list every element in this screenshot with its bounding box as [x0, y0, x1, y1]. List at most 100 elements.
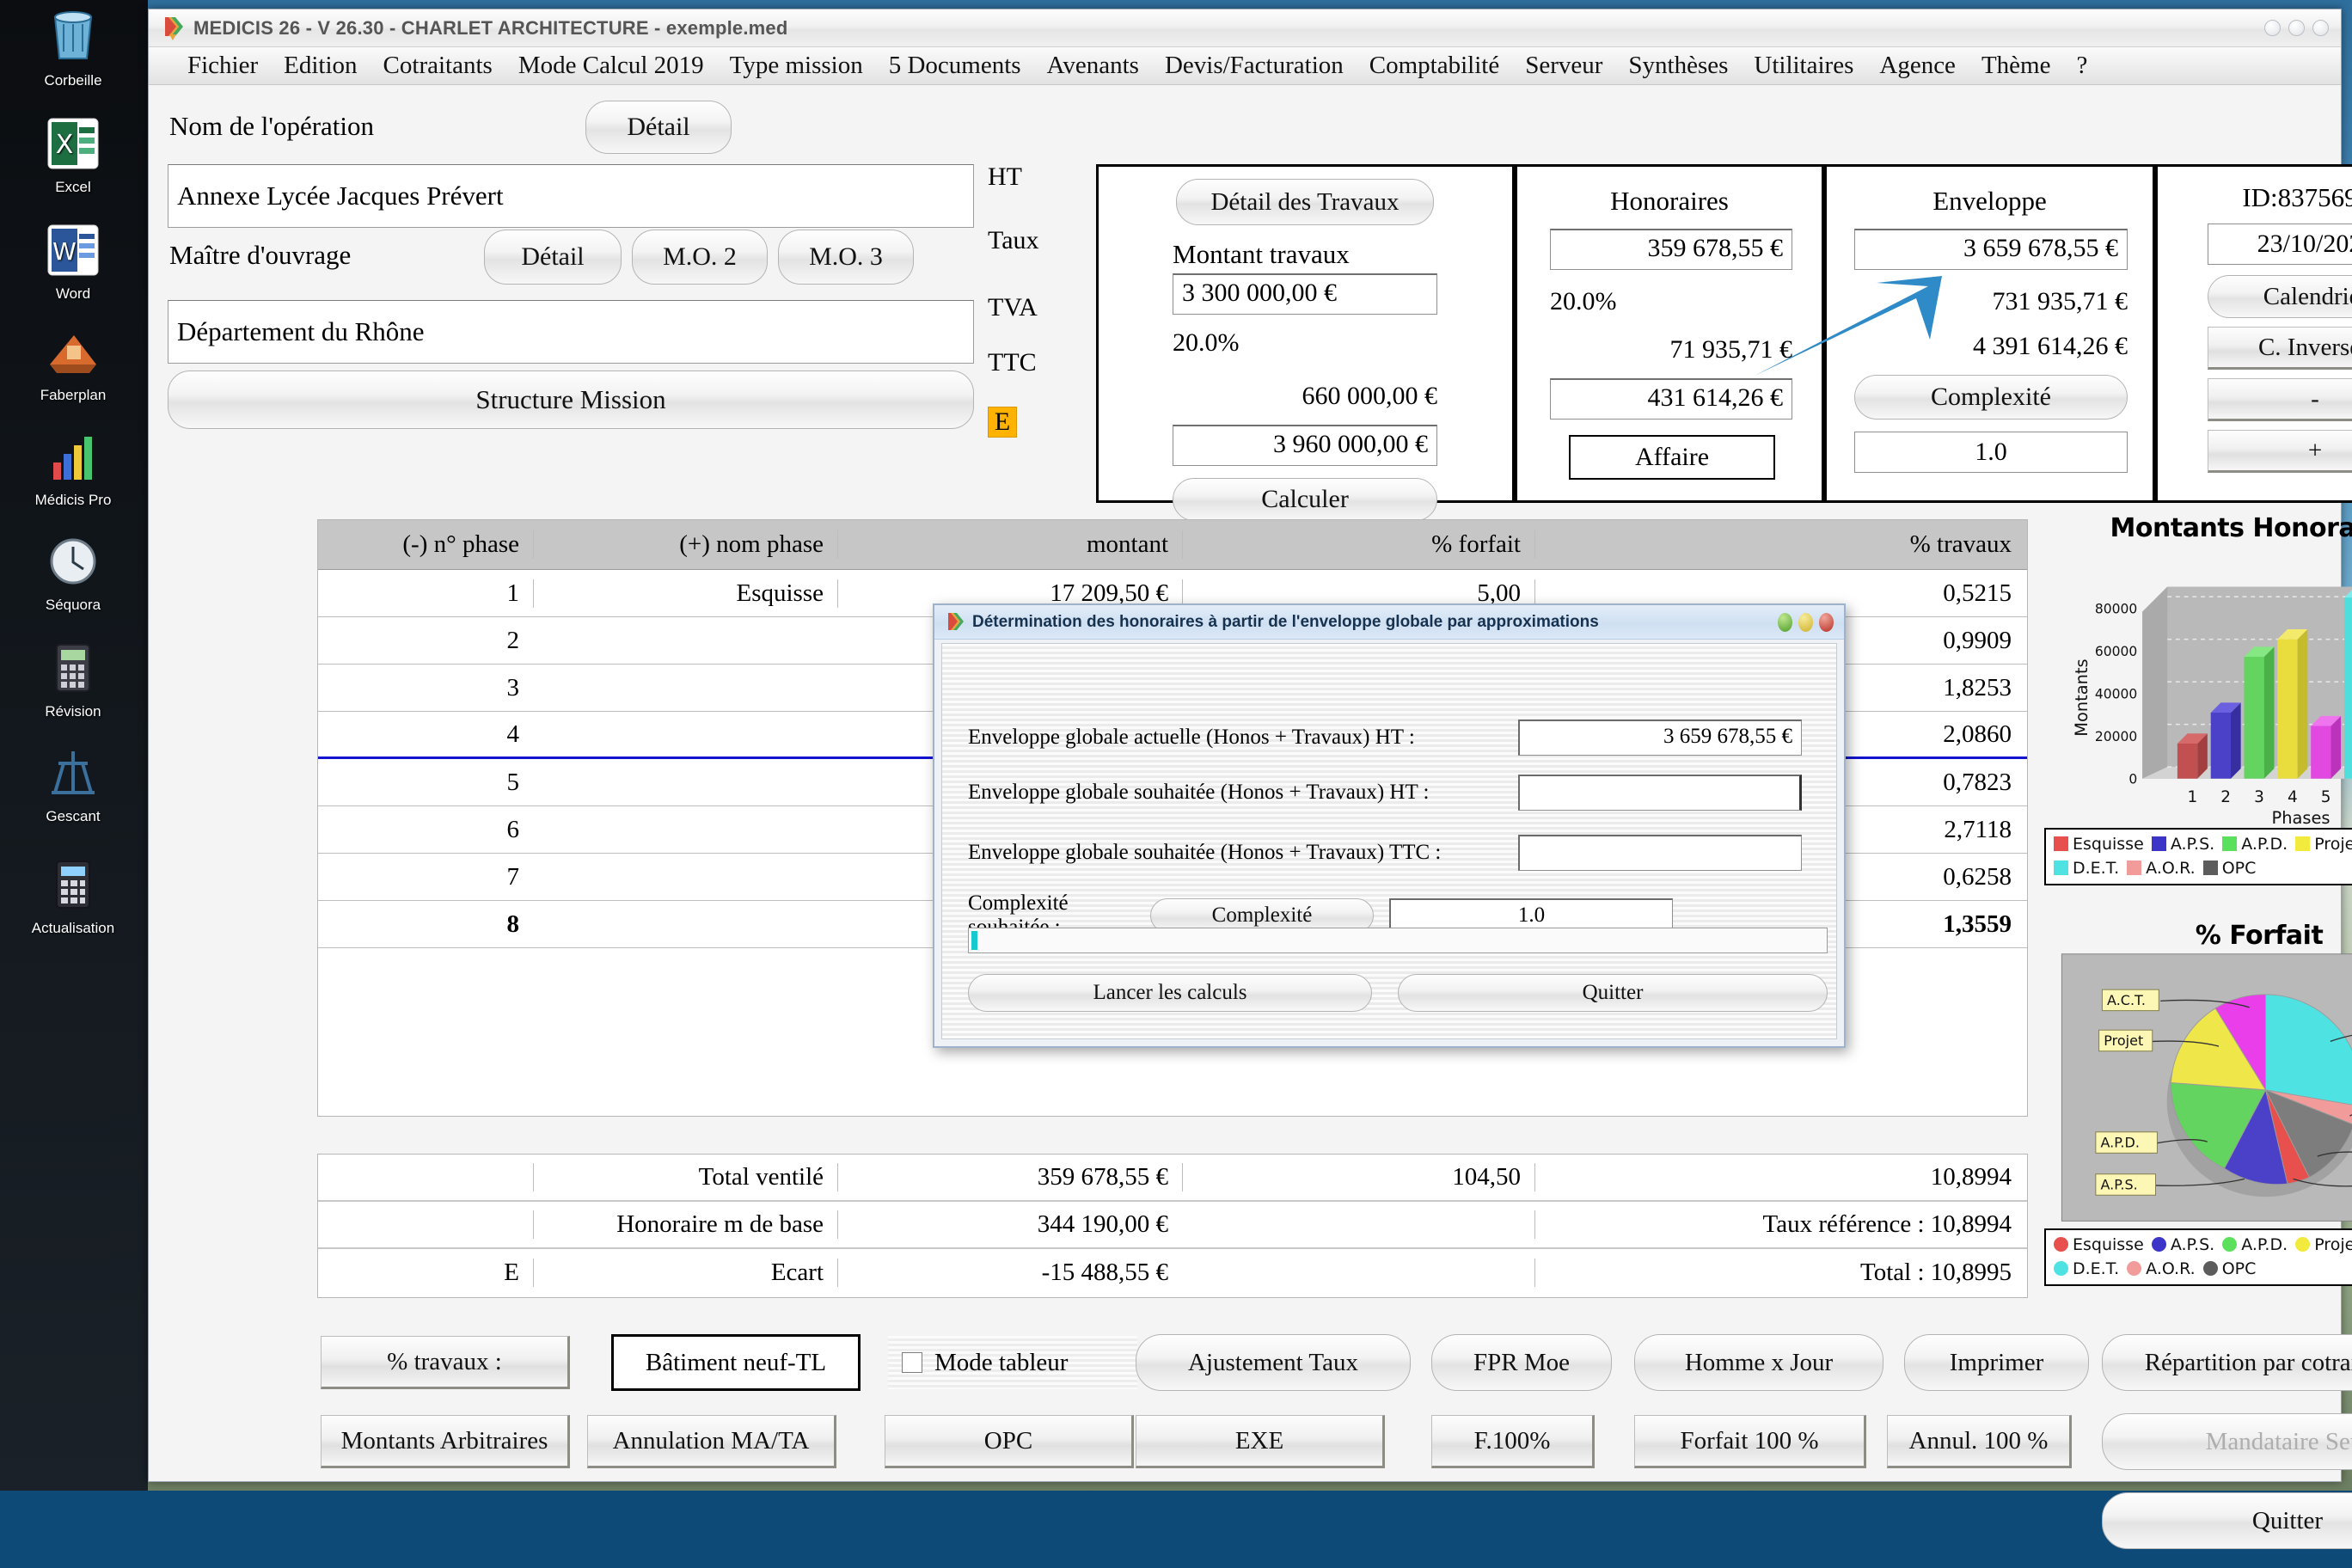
mode-tableur-checkbox[interactable]: Mode tableur — [888, 1336, 1137, 1389]
desktop-icon-faberplan[interactable]: Faberplan — [9, 320, 138, 404]
title-bar[interactable]: MEDICIS 26 - V 26.30 - CHARLET ARCHITECT… — [149, 9, 2341, 47]
menu-item-utilitaires[interactable]: Utilitaires — [1741, 52, 1866, 80]
mo2-button[interactable]: M.O. 2 — [632, 230, 768, 285]
desktop-icon-excel[interactable]: X Excel — [9, 112, 138, 196]
checkbox-box[interactable] — [902, 1352, 922, 1373]
svg-text:1: 1 — [2187, 788, 2197, 806]
dialog-close-button[interactable] — [1819, 613, 1834, 632]
legend-label: D.E.T. — [2073, 858, 2120, 878]
f100-button[interactable]: F.100% — [1431, 1415, 1595, 1468]
fpr-moe-button[interactable]: FPR Moe — [1431, 1334, 1612, 1391]
menu-item-theme[interactable]: Thème — [1969, 52, 2064, 80]
taux-label: Taux — [988, 226, 1039, 254]
pct-travaux-button[interactable]: % travaux : — [321, 1336, 570, 1389]
annulation-ma-ta-button[interactable]: Annulation MA/TA — [587, 1415, 836, 1468]
desktop-icon-gescant[interactable]: Gescant — [9, 741, 138, 825]
desktop-icon-sequora[interactable]: Séquora — [9, 530, 138, 614]
menu-bar[interactable]: Fichier Edition Cotraitants Mode Calcul … — [149, 47, 2341, 85]
cell-num: 6 — [506, 815, 520, 843]
desktop-icon-medicis-pro[interactable]: Médicis Pro — [9, 425, 138, 509]
mo3-button[interactable]: M.O. 3 — [778, 230, 914, 285]
menu-item-comptabilite[interactable]: Comptabilité — [1357, 52, 1512, 80]
menu-item-cotraitants[interactable]: Cotraitants — [371, 52, 505, 80]
dialog-maximize-button[interactable] — [1798, 613, 1813, 632]
maximize-button[interactable] — [2288, 20, 2305, 36]
menu-item-serveur[interactable]: Serveur — [1512, 52, 1615, 80]
pie-chart-legend: Esquisse A.P.S. A.P.D. Projet A.C.T. D.E… — [2044, 1228, 2352, 1287]
exe-button[interactable]: EXE — [1136, 1415, 1385, 1468]
maitre-ouvrage-label: Maître d'ouvrage — [169, 240, 352, 270]
menu-item-fichier[interactable]: Fichier — [175, 52, 271, 80]
honoraires-ttc-field[interactable]: 431 614,26 € — [1550, 378, 1792, 420]
structure-mission-button[interactable]: Structure Mission — [168, 371, 974, 429]
dialog-title-bar[interactable]: Détermination des honoraires à partir de… — [934, 605, 1844, 640]
plus-button[interactable]: + — [2208, 430, 2352, 473]
minimize-button[interactable] — [2264, 20, 2281, 36]
medicis-pro-icon — [41, 425, 105, 488]
mo-detail-button[interactable]: Détail — [484, 230, 622, 285]
affaire-button[interactable]: Affaire — [1569, 435, 1775, 480]
annul-100-button[interactable]: Annul. 100 % — [1887, 1415, 2072, 1468]
column-header-montant[interactable]: montant — [838, 530, 1182, 559]
dialog-minimize-button[interactable] — [1778, 613, 1792, 632]
menu-item-edition[interactable]: Edition — [271, 52, 370, 80]
legend-label: A.P.D. — [2241, 835, 2288, 854]
phase-table-header: (-) n° phase (+) nom phase montant % for… — [318, 520, 2027, 570]
desktop-icon-corbeille[interactable]: Corbeille — [9, 5, 138, 89]
montants-arbitraires-button[interactable]: Montants Arbitraires — [321, 1415, 570, 1468]
desktop-icon-word[interactable]: W Word — [9, 218, 138, 303]
enveloppe-souhaitee-ht-input[interactable] — [1518, 775, 1802, 811]
repartition-cotraitant-button[interactable]: Répartition par cotraitant (5) — [2102, 1334, 2352, 1391]
dialog-title: Détermination des honoraires à partir de… — [972, 612, 1599, 631]
travaux-ttc-input[interactable]: 3 960 000,00 € — [1173, 425, 1437, 466]
totals-label: Ecart — [533, 1259, 838, 1287]
desktop-icon-revision[interactable]: Révision — [9, 636, 138, 720]
column-header-num-phase[interactable]: (-) n° phase — [318, 530, 533, 559]
window-controls[interactable] — [2264, 20, 2329, 36]
dialog-quitter-button[interactable]: Quitter — [1398, 974, 1828, 1012]
honoraires-ht-field[interactable]: 359 678,55 € — [1550, 229, 1792, 270]
menu-item-devis-facturation[interactable]: Devis/Facturation — [1152, 52, 1357, 80]
maitre-ouvrage-input[interactable]: Département du Rhône — [168, 300, 974, 364]
operation-detail-button[interactable]: Détail — [585, 101, 732, 154]
calendrier-button[interactable]: Calendrier — [2208, 275, 2352, 318]
detail-travaux-button[interactable]: Détail des Travaux — [1176, 179, 1434, 225]
column-header-pct-forfait[interactable]: % forfait — [1182, 530, 1534, 559]
menu-item-mode-calcul[interactable]: Mode Calcul 2019 — [505, 52, 717, 80]
minus-button[interactable]: - — [2208, 378, 2352, 421]
forfait-100-button[interactable]: Forfait 100 % — [1634, 1415, 1866, 1468]
window-body: Nom de l'opération Détail Annexe Lycée J… — [149, 85, 2352, 1549]
desktop-icon-label: Actualisation — [31, 920, 115, 936]
dialog-body: Enveloppe globale actuelle (Honos + Trav… — [941, 643, 1837, 1039]
calendrier-inversee-button[interactable]: C. Inversée — [2208, 327, 2352, 370]
calculer-button[interactable]: Calculer — [1173, 478, 1437, 521]
homme-x-jour-button[interactable]: Homme x Jour — [1634, 1334, 1883, 1391]
dialog-window-controls[interactable] — [1778, 613, 1834, 632]
date-input[interactable]: 23/10/2024 — [2208, 224, 2352, 265]
operation-name-input[interactable]: Annexe Lycée Jacques Prévert — [168, 164, 974, 228]
ajustement-taux-button[interactable]: Ajustement Taux — [1136, 1334, 1411, 1391]
montant-travaux-ht-input[interactable]: 3 300 000,00 € — [1173, 273, 1437, 315]
close-button[interactable] — [2312, 20, 2329, 36]
honoraires-taux-value: 20.0% — [1550, 287, 1617, 315]
enveloppe-ht-field[interactable]: 3 659 678,55 € — [1854, 229, 2128, 270]
lancer-les-calculs-button[interactable]: Lancer les calculs — [968, 974, 1372, 1012]
menu-item-agence[interactable]: Agence — [1866, 52, 1969, 80]
menu-item-syntheses[interactable]: Synthèses — [1615, 52, 1741, 80]
enveloppe-complexite-value[interactable]: 1.0 — [1854, 432, 2128, 473]
column-header-nom-phase[interactable]: (+) nom phase — [533, 530, 838, 559]
column-header-pct-travaux[interactable]: % travaux — [1534, 530, 2027, 559]
desktop-icon-column: Corbeille X Excel W Word Faberplan Médic… — [0, 0, 148, 1491]
menu-item-documents[interactable]: 5 Documents — [876, 52, 1034, 80]
desktop-icon-actualisation[interactable]: Actualisation — [9, 853, 138, 937]
menu-item-type-mission[interactable]: Type mission — [717, 52, 876, 80]
menu-item-avenants[interactable]: Avenants — [1034, 52, 1152, 80]
opc-button[interactable]: OPC — [885, 1415, 1134, 1468]
imprimer-button[interactable]: Imprimer — [1904, 1334, 2089, 1391]
enveloppe-complexite-button[interactable]: Complexité — [1854, 375, 2128, 420]
batiment-neuf-button[interactable]: Bâtiment neuf-TL — [611, 1334, 861, 1391]
desktop-icon-label: Gescant — [46, 808, 101, 824]
menu-item-help[interactable]: ? — [2063, 52, 2100, 80]
enveloppe-souhaitee-ttc-input[interactable] — [1518, 835, 1802, 871]
quitter-button[interactable]: Quitter — [2102, 1492, 2352, 1549]
